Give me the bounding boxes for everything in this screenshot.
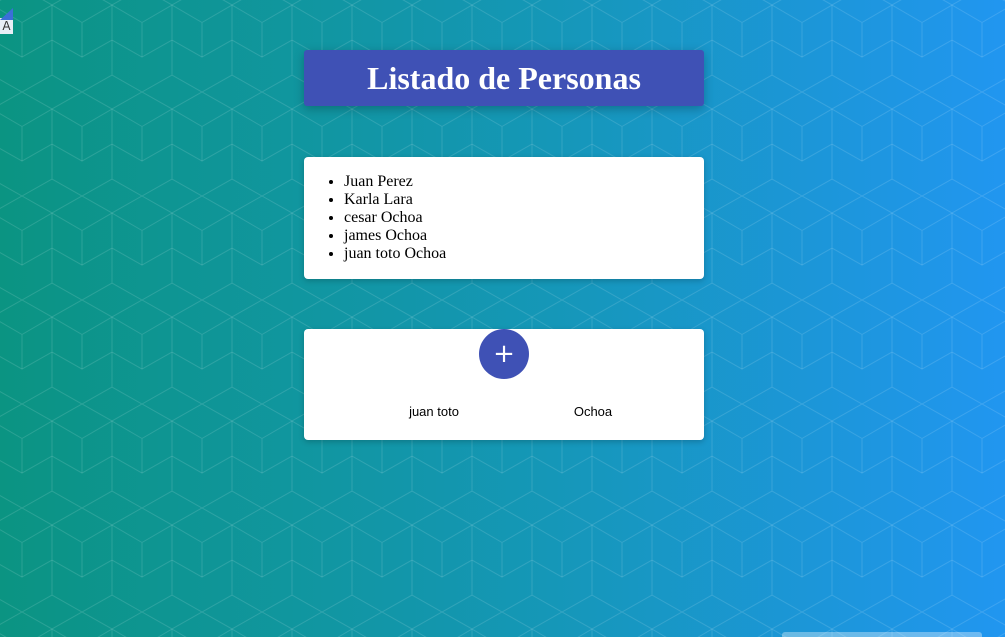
persons-list: Juan PerezKarla Laracesar Ochoajames Och… xyxy=(304,173,446,263)
person-list-item: Juan Perez xyxy=(344,173,446,191)
corner-app-icon: A xyxy=(0,18,13,34)
person-list-item: james Ochoa xyxy=(344,227,446,245)
person-list-item: cesar Ochoa xyxy=(344,209,446,227)
corner-icon-glyph: A xyxy=(2,19,11,33)
person-list-item: Karla Lara xyxy=(344,191,446,209)
add-person-card: + xyxy=(304,329,704,440)
bottom-scroll-indicator xyxy=(782,632,982,637)
page-header: Listado de Personas xyxy=(304,50,704,106)
person-list-item: juan toto Ochoa xyxy=(344,245,446,263)
add-person-button[interactable]: + xyxy=(479,329,529,379)
apellido-input[interactable] xyxy=(518,402,668,420)
corner-arrow-icon xyxy=(0,8,13,20)
nombre-input[interactable] xyxy=(359,402,509,420)
page-title: Listado de Personas xyxy=(367,59,641,96)
persons-list-card: Juan PerezKarla Laracesar Ochoajames Och… xyxy=(304,157,704,279)
